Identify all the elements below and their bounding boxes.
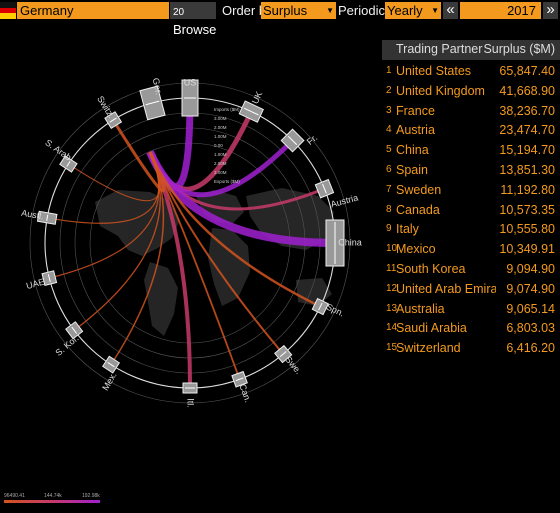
row-surplus-value: 6,803.03	[506, 321, 555, 336]
row-surplus-value: 10,573.35	[499, 202, 555, 217]
country-value: Germany	[20, 3, 74, 18]
row-partner-name: Canada	[396, 202, 440, 217]
row-surplus-value: 23,474.70	[499, 123, 555, 138]
toolbar: Germany 20 Browse Order by Surplus ▼ Per…	[0, 0, 560, 37]
row-partner-name: Australia	[396, 301, 445, 316]
year-value: 2017	[507, 3, 536, 18]
table-row[interactable]: 12 United Arab Emirat 9,074.90	[382, 279, 560, 299]
scale-label: 2.00M	[214, 161, 227, 166]
germany-flag-icon	[0, 2, 16, 19]
partner-label: Austria	[330, 193, 360, 210]
table-row[interactable]: 9 Italy 10,555.80	[382, 219, 560, 239]
legend-label-low: 96490.41	[4, 493, 25, 499]
legend-label-mid: 144.74k	[44, 493, 62, 499]
table-row[interactable]: 13 Australia 9,065.14	[382, 299, 560, 319]
row-partner-name: Mexico	[396, 242, 436, 257]
table-row[interactable]: 4 Austria 23,474.70	[382, 120, 560, 140]
partner-label: Austl.	[21, 208, 45, 222]
legend-label-high: 192.98k	[82, 493, 100, 499]
chevron-down-icon: ▼	[431, 6, 439, 15]
scale-label: 3.00M	[214, 170, 227, 175]
scale-label: 3.00M	[214, 116, 227, 121]
table-row[interactable]: 11 South Korea 9,094.90	[382, 259, 560, 279]
table-row[interactable]: 8 Canada 10,573.35	[382, 200, 560, 220]
row-surplus-value: 10,555.80	[499, 222, 555, 237]
table-row[interactable]: 1 United States 65,847.40	[382, 61, 560, 81]
row-partner-name: Switzerland	[396, 341, 461, 356]
browse-number: 20	[173, 7, 185, 18]
table-header: Trading Partner Surplus ($M)	[382, 40, 560, 60]
partner-label: Spn.	[325, 302, 346, 319]
scale-label: 2.00M	[214, 125, 227, 130]
row-surplus-value: 11,192.80	[500, 182, 555, 197]
table-row[interactable]: 2 United Kingdom 41,668.90	[382, 81, 560, 101]
partner-label: US	[184, 77, 197, 87]
country-field[interactable]: Germany	[17, 2, 169, 19]
partner-node[interactable]	[238, 100, 264, 123]
prev-year-button[interactable]: «	[443, 2, 458, 19]
year-field[interactable]: 2017	[460, 2, 541, 19]
row-partner-name: United Arab Emirat	[396, 281, 496, 296]
row-surplus-value: 65,847.40	[499, 64, 555, 78]
partner-label: UAE	[25, 277, 45, 291]
row-surplus-value: 13,851.30	[499, 163, 555, 177]
periodicity-value: Yearly	[387, 3, 423, 18]
col-header-partner[interactable]: Trading Partner	[396, 42, 482, 56]
table-row[interactable]: 5 China 15,194.70	[382, 140, 560, 160]
partner-label: S. Kor.	[53, 333, 80, 358]
row-partner-name: Saudi Arabia	[396, 321, 467, 336]
order-by-value: Surplus	[263, 3, 308, 18]
partner-node[interactable]	[314, 178, 335, 199]
row-surplus-value: 15,194.70	[499, 143, 555, 158]
scale-label: 1.00M	[214, 134, 227, 139]
row-partner-name: China	[396, 143, 429, 158]
table-row[interactable]: 7 Sweden 11,192.80	[382, 180, 560, 200]
table-row[interactable]: 3 France 38,236.70	[382, 101, 560, 121]
row-partner-name: Sweden	[396, 182, 442, 197]
table-row[interactable]: 14 Saudi Arabia 6,803.03	[382, 318, 560, 338]
row-surplus-value: 41,668.90	[499, 83, 555, 98]
row-partner-name: Italy	[396, 222, 419, 237]
trade-chord	[111, 119, 166, 193]
row-surplus-value: 10,349.91	[499, 242, 555, 257]
row-partner-name: United States	[396, 64, 472, 78]
row-surplus-value: 6,416.20	[506, 341, 555, 356]
partner-label: Can.	[237, 382, 253, 403]
partner-label: Switz.	[95, 94, 116, 120]
trade-chord-chart: US UK Fr. Austria China Spn. Swe. Can. Itl. Mex. S…	[21, 77, 362, 408]
partner-node[interactable]	[182, 382, 198, 394]
partner-label: China	[338, 237, 362, 247]
partner-node[interactable]	[102, 355, 121, 374]
browse-button[interactable]: 20 Browse	[170, 2, 216, 37]
row-partner-name: South Korea	[396, 262, 466, 276]
row-surplus-value: 38,236.70	[499, 103, 555, 118]
chevron-down-icon: ▼	[326, 6, 334, 15]
row-surplus-value: 9,065.14	[506, 301, 555, 316]
periodicity-select[interactable]: Yearly ▼	[385, 2, 441, 19]
row-surplus-value: 9,094.90	[506, 262, 555, 276]
scale-label: Exports ($M)	[214, 179, 240, 184]
table-row[interactable]: 15 Switzerland 6,416.20	[382, 338, 560, 358]
partner-label: S. Arab.	[43, 137, 75, 164]
row-surplus-value: 9,074.90	[506, 281, 555, 296]
scale-label: 1.00M	[214, 152, 227, 157]
row-partner-name: Spain	[396, 163, 428, 177]
color-legend-bar	[4, 500, 100, 503]
col-header-surplus[interactable]: Surplus ($M)	[483, 42, 555, 56]
partner-label: Itl.	[186, 398, 196, 408]
row-partner-name: Austria	[396, 123, 435, 138]
row-partner-name: France	[396, 103, 435, 118]
partner-label: UK	[250, 90, 264, 106]
table-row[interactable]: 10 Mexico 10,349.91	[382, 239, 560, 259]
row-partner-name: United Kingdom	[396, 83, 485, 98]
partner-label: Swe.	[283, 354, 304, 376]
order-by-select[interactable]: Surplus ▼	[261, 2, 336, 19]
scale-label: Imports ($M)	[214, 107, 240, 112]
partner-label: Fr.	[305, 132, 319, 146]
next-year-button[interactable]: »	[543, 2, 558, 19]
table-row[interactable]: 6 Spain 13,851.30	[382, 160, 560, 180]
scale-label: 0.00	[214, 143, 223, 148]
partner-label: Mex.	[100, 370, 118, 392]
